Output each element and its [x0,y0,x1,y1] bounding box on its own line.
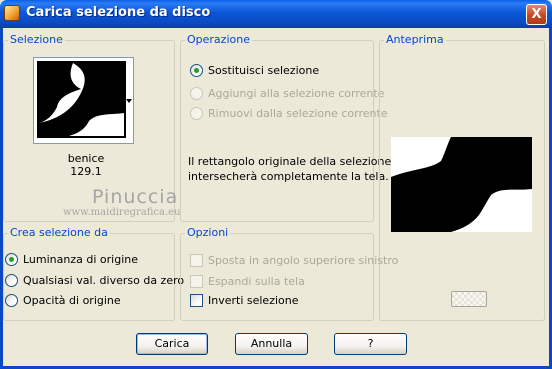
opzioni-group-label: Opzioni [185,226,231,240]
radio-aggiungi-indicator [190,86,203,100]
radio-aggiungi: Aggiungi alla selezione corrente [190,85,384,101]
radio-rimuovi-label: Rimuovi dalla selezione corrente [208,106,388,120]
operation-description-line1: Il rettangolo originale della selezione [188,155,392,168]
radio-luminanza[interactable]: Luminanza di origine [5,251,138,267]
anteprima-group-label: Anteprima [384,33,446,47]
checkbox-espandi-label: Espandi sulla tela [208,274,305,288]
preview-shape [391,137,532,232]
radio-luminanza-indicator[interactable] [5,252,18,266]
radio-rimuovi: Rimuovi dalla selezione corrente [190,105,388,121]
radio-qualsiasi-label: Qualsiasi val. diverso da zero [23,273,185,287]
radio-sostituisci-label: Sostituisci selezione [208,63,320,77]
chevron-down-icon[interactable] [126,99,132,103]
crea-selezione-group-label: Crea selezione da [8,226,110,240]
close-button[interactable]: X [526,4,547,25]
radio-sostituisci-indicator[interactable] [190,63,203,77]
checkbox-sposta-box [190,253,203,267]
checkbox-espandi-box [190,274,203,288]
window-title: Carica selezione da disco [26,5,211,20]
selection-file-picker[interactable] [33,57,134,144]
operation-description-line2: intersecherà completamente la tela. [188,170,389,183]
selezione-group-label: Selezione [8,33,65,47]
checkbox-inverti[interactable]: Inverti selezione [190,292,299,308]
selection-file-name: benice 129.1 [67,152,105,178]
title-bar: Carica selezione da disco X [0,0,552,28]
radio-luminanza-label: Luminanza di origine [23,252,138,266]
radio-opacita-label: Opacità di origine [23,293,121,307]
selection-thumbnail [37,61,126,138]
checkbox-sposta: Sposta in angolo superiore sinistro [190,252,398,268]
radio-rimuovi-indicator [190,106,203,120]
cancel-button[interactable]: Annulla [235,333,308,355]
watermark-name: Pinuccia [92,186,179,208]
checkbox-inverti-box[interactable] [190,293,203,307]
selection-preview [391,137,532,232]
radio-aggiungi-label: Aggiungi alla selezione corrente [208,86,385,100]
operazione-group-label: Operazione [185,33,252,47]
checkbox-espandi: Espandi sulla tela [190,273,305,289]
radio-opacita[interactable]: Opacità di origine [5,292,121,308]
checkbox-inverti-label: Inverti selezione [208,293,299,307]
checkbox-sposta-label: Sposta in angolo superiore sinistro [208,253,399,267]
selection-thumbnail-shape [39,63,124,136]
radio-qualsiasi[interactable]: Qualsiasi val. diverso da zero [5,272,184,288]
radio-sostituisci[interactable]: Sostituisci selezione [190,62,319,78]
preview-toggle-button[interactable] [451,291,487,307]
load-button[interactable]: Carica [136,333,208,355]
radio-opacita-indicator[interactable] [5,293,18,307]
radio-qualsiasi-indicator[interactable] [5,273,18,287]
app-icon [4,5,20,21]
watermark-url: www.maidiregrafica.eu [63,207,181,218]
help-button[interactable]: ? [334,333,407,355]
